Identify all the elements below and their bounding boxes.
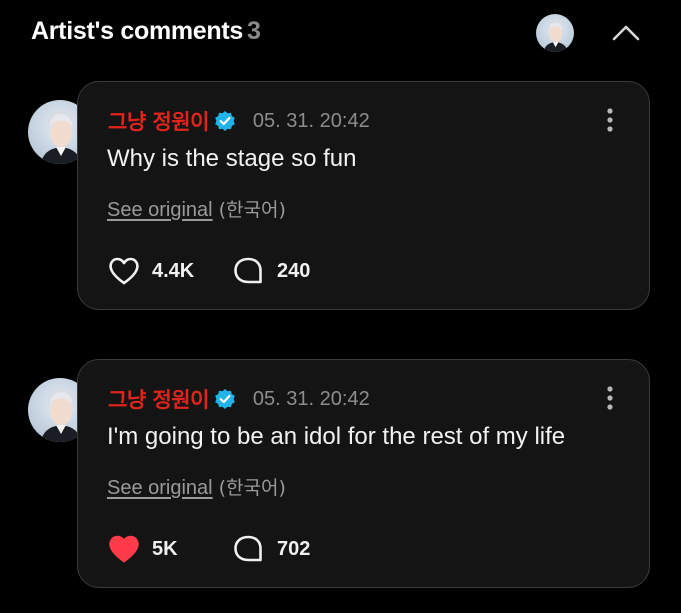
- comment-text: Why is the stage so fun: [107, 145, 357, 172]
- comment-card: 그냥 정원이 05. 31. 20:42 Why is the stage so…: [77, 81, 650, 310]
- artist-avatar[interactable]: [536, 14, 574, 52]
- reply-button[interactable]: 240: [232, 255, 310, 287]
- see-original-link[interactable]: See original: [107, 477, 213, 499]
- avatar-image: [536, 14, 574, 52]
- like-count: 4.4K: [152, 259, 195, 282]
- comment-timestamp: 05. 31. 20:42: [252, 109, 370, 132]
- more-vertical-icon: [607, 108, 613, 132]
- comment-actions: 4.4K 240: [107, 255, 310, 287]
- comment-actions: 5K 702: [107, 533, 310, 565]
- comment-meta: 그냥 정원이 05. 31. 20:42: [108, 106, 370, 136]
- original-language: (한국어): [218, 199, 286, 221]
- verified-badge-icon: [214, 110, 236, 132]
- see-original-link[interactable]: See original: [107, 199, 213, 221]
- comment-bubble-icon: [232, 533, 266, 565]
- like-button[interactable]: 5K: [107, 533, 232, 565]
- translation-info: See original (한국어): [107, 195, 286, 222]
- comment-count: 3: [247, 17, 261, 45]
- translation-info: See original (한국어): [107, 473, 286, 500]
- comment-card: 그냥 정원이 05. 31. 20:42 I'm going to be an …: [77, 359, 650, 588]
- verified-badge-icon: [214, 388, 236, 410]
- heart-filled-icon: [107, 533, 141, 565]
- author-name[interactable]: 그냥 정원이: [108, 106, 209, 136]
- like-count: 5K: [152, 537, 178, 560]
- collapse-button[interactable]: [606, 18, 646, 48]
- more-vertical-icon: [607, 386, 613, 410]
- comment-text: I'm going to be an idol for the rest of …: [107, 423, 566, 450]
- more-options-button[interactable]: [601, 104, 619, 136]
- original-language: (한국어): [218, 477, 286, 499]
- reply-count: 240: [277, 259, 311, 282]
- comment-bubble-icon: [232, 255, 266, 287]
- like-button[interactable]: 4.4K: [107, 255, 232, 287]
- comments-header: Artist's comments 3: [0, 0, 681, 70]
- reply-button[interactable]: 702: [232, 533, 310, 565]
- more-options-button[interactable]: [601, 382, 619, 414]
- section-title-label: Artist's comments: [31, 17, 244, 45]
- comment-meta: 그냥 정원이 05. 31. 20:42: [108, 384, 370, 414]
- chevron-up-icon: [612, 25, 640, 41]
- author-name[interactable]: 그냥 정원이: [108, 384, 209, 414]
- reply-count: 702: [277, 537, 311, 560]
- heart-outline-icon: [107, 255, 141, 287]
- comment-timestamp: 05. 31. 20:42: [252, 387, 370, 410]
- section-title: Artist's comments 3: [31, 17, 261, 46]
